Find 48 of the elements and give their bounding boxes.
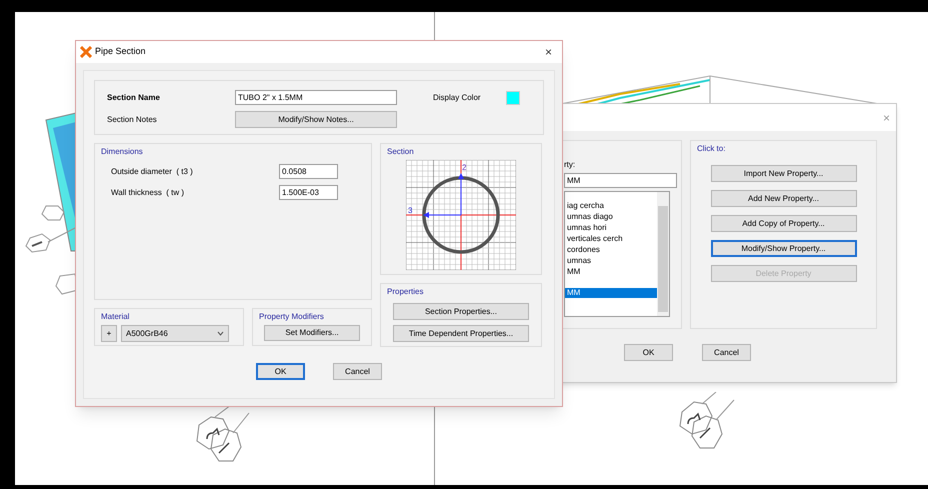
list-item[interactable]: iag cercha bbox=[565, 201, 657, 210]
field-label: Wall thickness ( tw ) bbox=[111, 186, 186, 198]
dropdown-value: A500GrB46 bbox=[126, 328, 169, 340]
scrollbar-thumb[interactable] bbox=[658, 206, 668, 312]
group-title: Properties bbox=[387, 286, 424, 298]
group-title: Dimensions bbox=[101, 146, 143, 158]
app-icon bbox=[80, 46, 92, 58]
field-label: Section Name bbox=[107, 92, 161, 104]
button[interactable]: Time Dependent Properties... bbox=[393, 325, 529, 342]
field-label: Display Color bbox=[433, 92, 482, 104]
input-field[interactable]: MM bbox=[564, 173, 677, 188]
group-title: Section bbox=[387, 146, 414, 158]
list-item[interactable]: cordones bbox=[565, 245, 657, 254]
list-item[interactable]: MM bbox=[565, 288, 657, 298]
color-swatch[interactable] bbox=[506, 90, 520, 104]
button[interactable]: Section Properties... bbox=[393, 303, 529, 320]
close-button[interactable]: × bbox=[538, 43, 558, 61]
scrollbar[interactable] bbox=[657, 192, 669, 316]
button[interactable]: + bbox=[101, 325, 117, 342]
list-item[interactable]: MM bbox=[565, 267, 657, 276]
group-title: Property Modifiers bbox=[259, 311, 324, 323]
button[interactable]: Modify/Show Property... bbox=[710, 240, 856, 257]
button[interactable]: Set Modifiers... bbox=[264, 325, 360, 341]
group-title: Material bbox=[101, 311, 130, 323]
list-item[interactable]: umnas hori bbox=[565, 223, 657, 232]
dropdown[interactable]: A500GrB46 bbox=[121, 325, 229, 342]
input-field[interactable]: TUBO 2" x 1.5MM bbox=[235, 90, 397, 105]
list-item[interactable]: verticales cerch bbox=[565, 234, 657, 244]
button[interactable]: Cancel bbox=[333, 363, 382, 380]
button[interactable]: Import New Property... bbox=[710, 165, 856, 182]
field-label: rty: bbox=[564, 159, 576, 171]
button[interactable]: Add Copy of Property... bbox=[710, 215, 856, 232]
list-item[interactable]: umnas diago bbox=[565, 212, 657, 222]
input-field[interactable]: 1.500E-03 bbox=[279, 185, 338, 200]
group-title: Click to: bbox=[696, 143, 726, 155]
window-title: Pipe Section bbox=[95, 45, 146, 58]
field-label: Section Notes bbox=[107, 114, 158, 126]
field-label: Outside diameter ( t3 ) bbox=[111, 166, 194, 178]
button[interactable]: Add New Property... bbox=[710, 190, 856, 207]
axis-label: 2 bbox=[462, 163, 466, 172]
button[interactable]: OK bbox=[256, 363, 305, 380]
button[interactable]: OK bbox=[624, 344, 673, 361]
input-field[interactable]: 0.0508 bbox=[279, 164, 338, 179]
list-item[interactable]: umnas bbox=[565, 256, 657, 266]
chevron-icon bbox=[217, 331, 224, 336]
button[interactable]: Modify/Show Notes... bbox=[235, 111, 397, 128]
axis-label: 3 bbox=[408, 206, 412, 215]
button[interactable]: Cancel bbox=[702, 344, 751, 361]
